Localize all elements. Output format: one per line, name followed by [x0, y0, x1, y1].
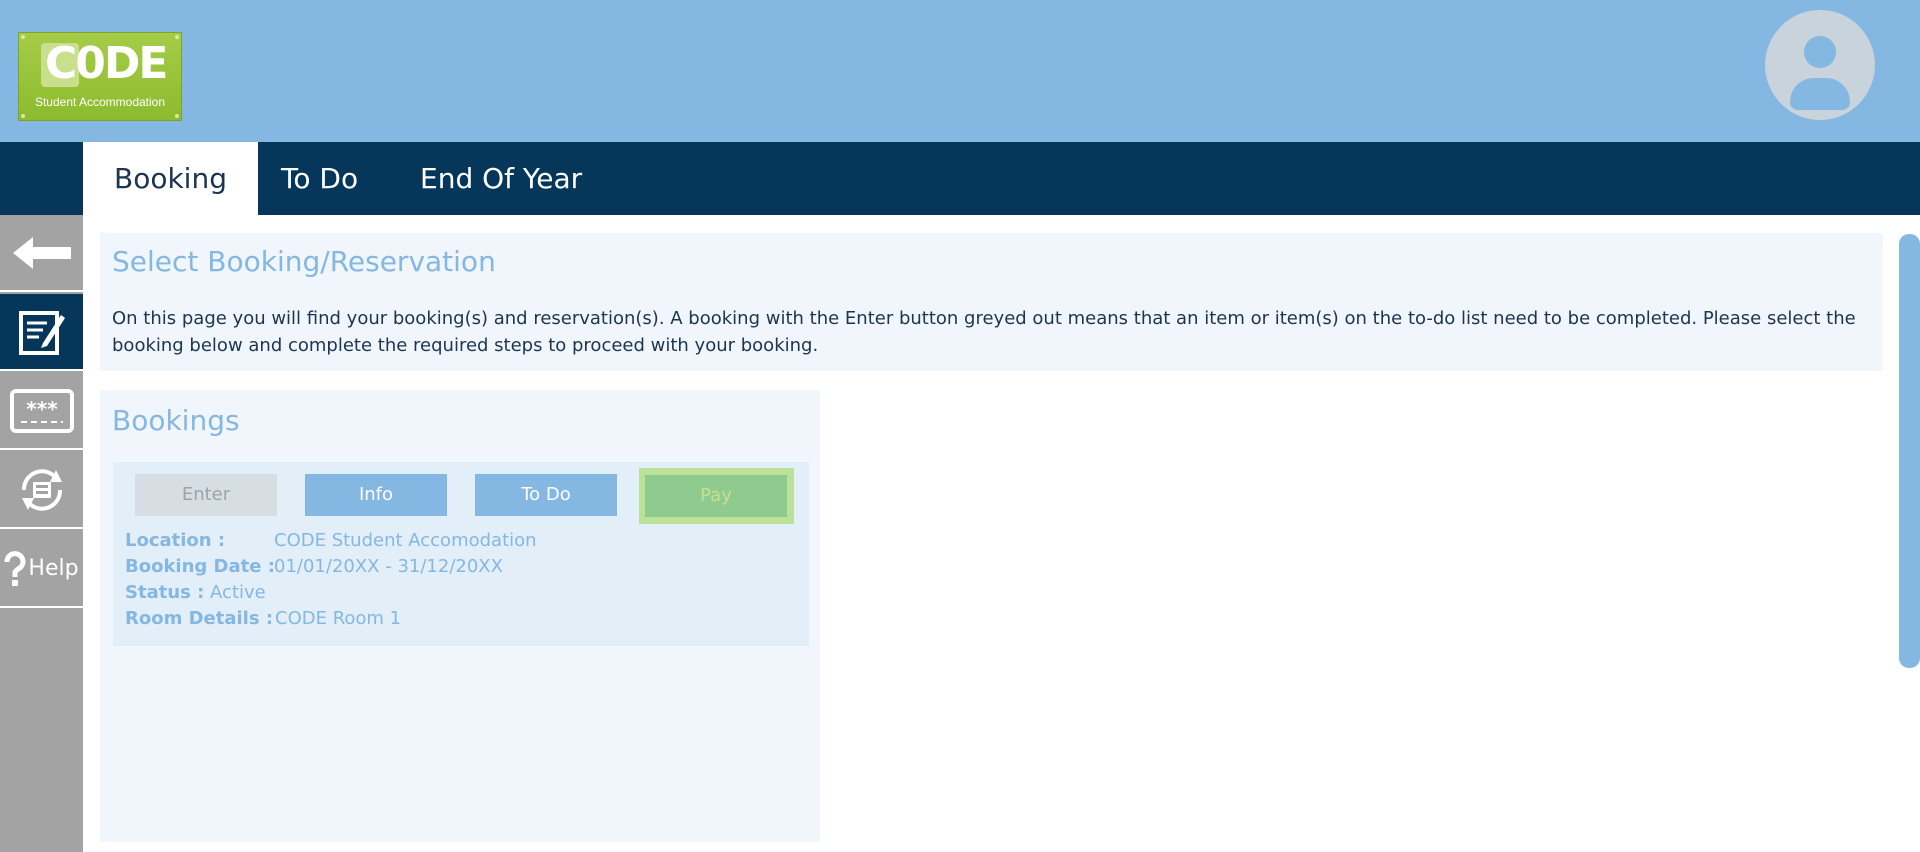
pay-button[interactable]: Pay [645, 475, 787, 517]
room-details-row: Room Details : CODE Room 1 [125, 608, 401, 629]
main-nav: Booking To Do End Of Year [0, 142, 1920, 215]
bookings-title: Bookings [112, 404, 240, 437]
logo-corner [175, 35, 179, 39]
sidebar: *** Help [0, 215, 83, 852]
todo-button[interactable]: To Do [475, 474, 617, 516]
tab-to-do[interactable]: To Do [250, 142, 389, 215]
status-label: Status : [125, 582, 205, 603]
sidebar-item-back[interactable] [0, 215, 83, 292]
logo-tagline: Student Accommodation [34, 95, 166, 109]
logo-corner [21, 114, 25, 118]
tab-booking[interactable]: Booking [83, 142, 258, 215]
sidebar-item-booking[interactable] [0, 294, 83, 371]
booking-date-row: Booking Date : 01/01/20XX - 31/12/20XX [125, 556, 503, 577]
sidebar-item-password[interactable]: *** [0, 373, 83, 450]
location-label: Location : [125, 530, 226, 551]
pay-button-highlight: Pay [639, 468, 794, 524]
booking-date-value: 01/01/20XX - 31/12/20XX [274, 556, 503, 577]
logo-corner [175, 114, 179, 118]
intro-panel: Select Booking/Reservation On this page … [100, 233, 1883, 371]
info-button[interactable]: Info [305, 474, 447, 516]
header: C0DE Student Accommodation [0, 0, 1920, 142]
location-row: Location : CODE Student Accomodation [125, 530, 537, 551]
refresh-print-icon [21, 468, 62, 511]
intro-text: On this page you will find your booking(… [112, 308, 1856, 356]
location-value: CODE Student Accomodation [274, 530, 537, 551]
company-logo[interactable]: C0DE Student Accommodation [18, 32, 182, 121]
password-icon: *** [9, 388, 74, 433]
logo-wordmark: C0DE [45, 38, 168, 89]
avatar-head [1804, 36, 1836, 68]
page-title: Select Booking/Reservation [112, 245, 496, 278]
bookings-panel: Bookings Enter Info To Do Pay Location :… [100, 390, 820, 842]
svg-text:***: *** [26, 397, 58, 421]
user-avatar[interactable] [1765, 10, 1875, 120]
sidebar-item-help[interactable]: Help [0, 531, 83, 608]
avatar-body [1790, 78, 1850, 110]
logo-corner [21, 35, 25, 39]
status-row: Status : Active [125, 582, 266, 603]
booking-card: Enter Info To Do Pay Location : CODE Stu… [113, 462, 809, 646]
room-details-value: CODE Room 1 [275, 608, 402, 629]
help-icon [4, 550, 26, 586]
edit-document-icon [18, 310, 65, 355]
status-value: Active [210, 582, 266, 603]
help-label: Help [28, 556, 79, 581]
sidebar-item-refresh[interactable] [0, 452, 83, 529]
room-details-label: Room Details : [125, 608, 274, 629]
booking-date-label: Booking Date : [125, 556, 275, 577]
tab-end-of-year[interactable]: End Of Year [389, 142, 613, 215]
back-arrow-icon [12, 236, 71, 269]
scrollbar-thumb[interactable] [1899, 234, 1920, 668]
enter-button[interactable]: Enter [135, 474, 277, 516]
